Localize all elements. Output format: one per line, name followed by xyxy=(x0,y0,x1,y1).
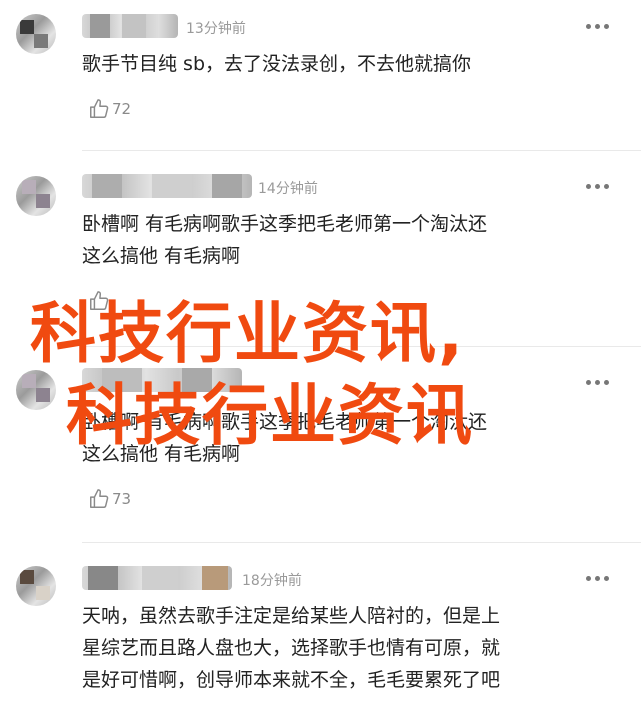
avatar[interactable] xyxy=(16,176,56,216)
comment-text: 卧槽啊 有毛病啊歌手这季把毛老师第一个淘汰还 这么搞他 有毛病啊 xyxy=(82,213,488,267)
like-button[interactable]: 73 xyxy=(88,488,131,510)
like-button[interactable]: 72 xyxy=(88,98,131,120)
divider xyxy=(82,542,641,543)
like-count: 72 xyxy=(112,100,132,118)
avatar[interactable] xyxy=(16,14,56,54)
watermark-text: 科技行业资讯 xyxy=(66,377,474,454)
timestamp: 14分钟前 xyxy=(258,181,318,197)
timestamp: 13分钟前 xyxy=(186,21,246,37)
more-dots-icon[interactable] xyxy=(586,24,612,32)
avatar[interactable] xyxy=(16,370,56,410)
more-dots-icon[interactable] xyxy=(586,380,612,388)
thumbs-up-icon xyxy=(90,99,109,118)
more-dots-icon[interactable] xyxy=(586,184,612,192)
username-blurred[interactable] xyxy=(82,174,252,198)
divider xyxy=(82,150,641,151)
like-count: 73 xyxy=(112,490,132,508)
comment-text: 天呐，虽然去歌手注定是给某些人陪衬的，但是上 星综艺而且路人盘也大，选择歌手也情… xyxy=(82,605,501,691)
comment-text: 歌手节目纯 sb，去了没法录创，不去他就搞你 xyxy=(82,53,472,75)
avatar[interactable] xyxy=(16,566,56,606)
timestamp: 18分钟前 xyxy=(242,573,302,589)
username-blurred[interactable] xyxy=(82,14,178,38)
username-blurred[interactable] xyxy=(82,566,232,590)
more-dots-icon[interactable] xyxy=(586,576,612,584)
thumbs-up-icon xyxy=(90,489,109,508)
